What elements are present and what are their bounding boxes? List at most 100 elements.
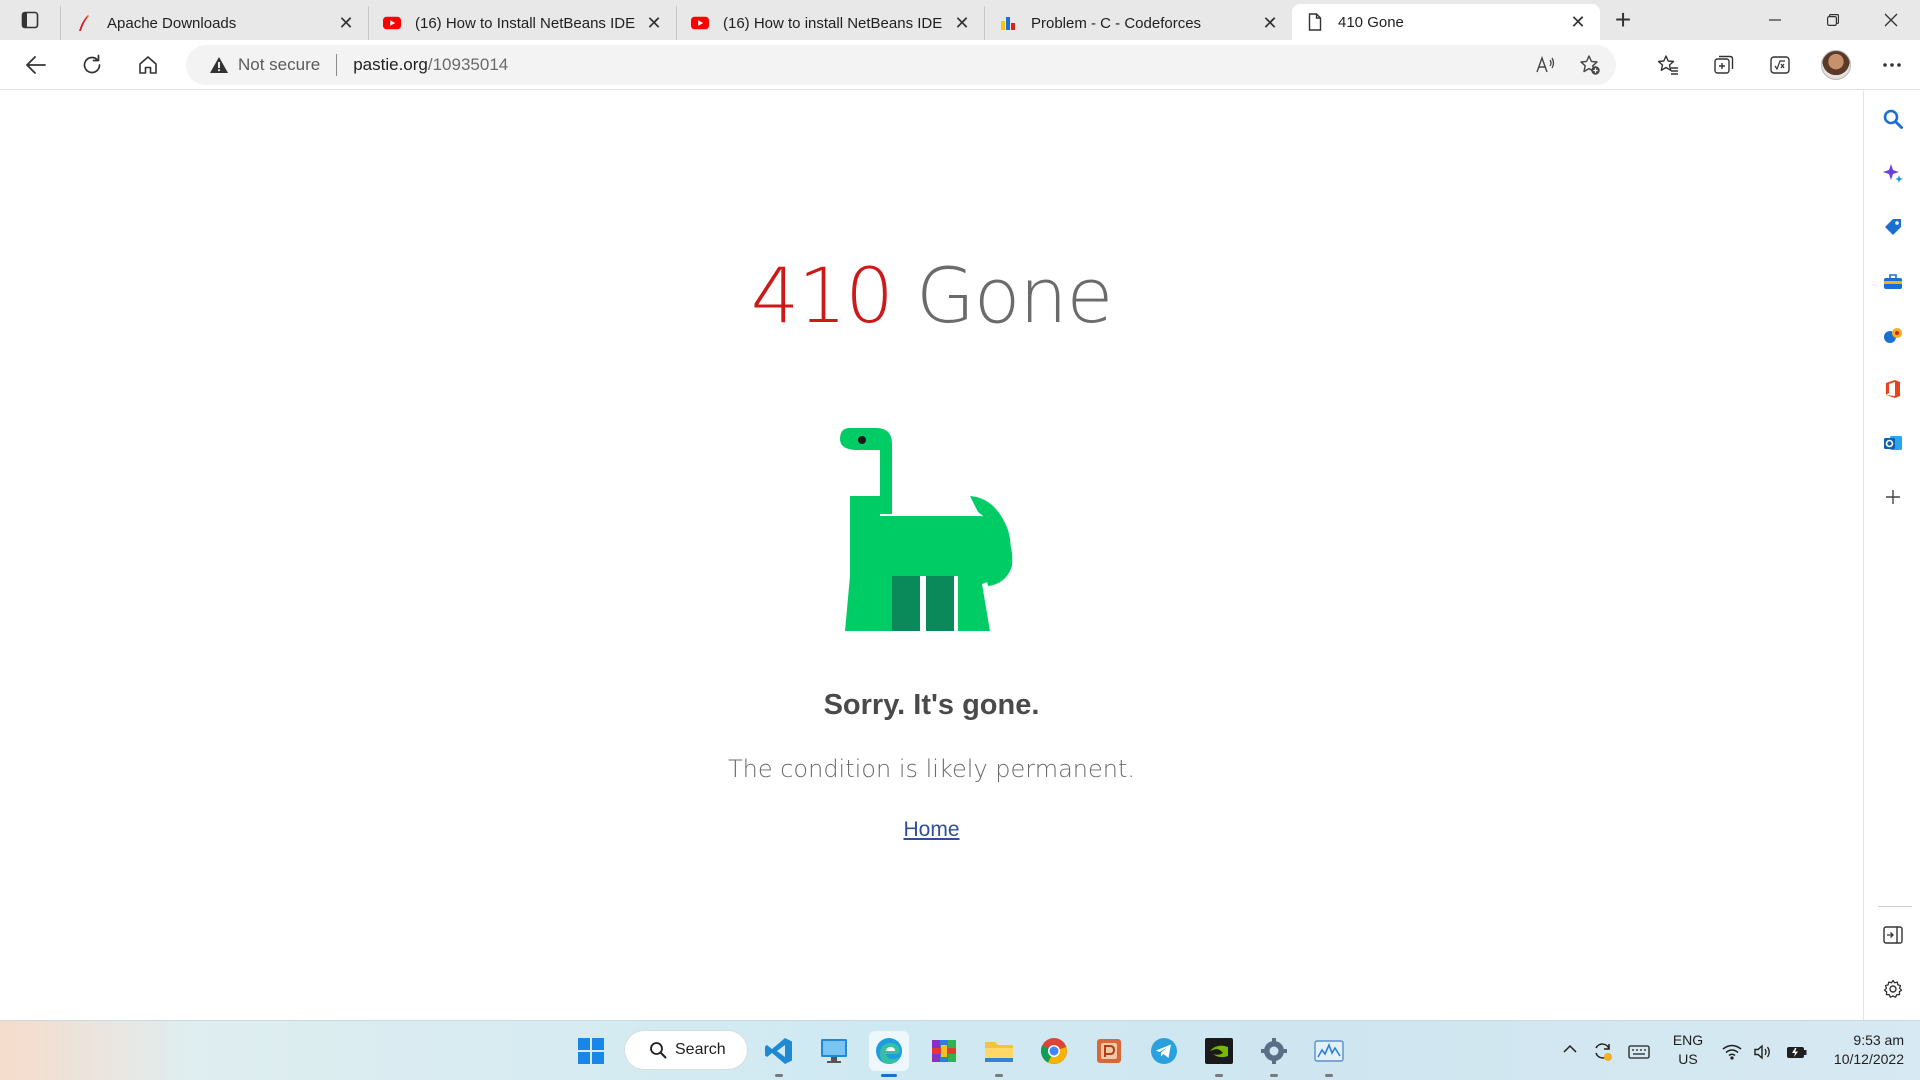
battery-icon: [1787, 1047, 1807, 1058]
toolbar-actions: [1640, 40, 1920, 90]
sidebar-add-button[interactable]: [1864, 477, 1920, 517]
running-indicator: [995, 1074, 1003, 1077]
error-message: The condition is likely permanent.: [727, 755, 1136, 783]
taskbar-winrar[interactable]: [924, 1031, 964, 1071]
sidebar-settings-button[interactable]: [1864, 969, 1920, 1009]
tab-apache-downloads[interactable]: Apache Downloads ✕: [60, 6, 368, 40]
telegram-icon: [1151, 1038, 1177, 1064]
window-controls: [1746, 0, 1920, 40]
error-heading: Sorry. It's gone.: [823, 689, 1040, 721]
favorites-button[interactable]: [1640, 40, 1696, 90]
new-tab-button[interactable]: +: [1600, 0, 1646, 40]
sidebar-games-button[interactable]: [1864, 315, 1920, 355]
language-indicator[interactable]: ENG US: [1668, 1031, 1708, 1069]
search-icon: [1883, 109, 1903, 129]
sidebar-office-button[interactable]: [1864, 369, 1920, 409]
home-link-container: Home: [0, 818, 1863, 842]
dinosaur-illustration: [840, 428, 1013, 631]
sparkle-icon: [1882, 164, 1903, 183]
security-status-label[interactable]: Not secure: [238, 55, 320, 75]
close-tab-icon[interactable]: ✕: [1568, 12, 1588, 32]
favorites-icon: [1657, 55, 1678, 75]
minimize-button[interactable]: [1746, 0, 1804, 40]
plus-icon: +: [1614, 4, 1632, 35]
read-aloud-icon[interactable]: [1532, 51, 1560, 79]
taskbar-settings[interactable]: [1254, 1031, 1294, 1077]
tray-keyboard-button[interactable]: [1625, 1041, 1653, 1063]
taskbar-file-explorer[interactable]: [979, 1031, 1019, 1077]
taskbar-edge[interactable]: [869, 1031, 909, 1077]
math-solver-button[interactable]: [1752, 40, 1808, 90]
chrome-icon: [1040, 1038, 1067, 1064]
taskbar-remote-desktop[interactable]: [814, 1031, 854, 1071]
sidebar-shopping-button[interactable]: [1864, 207, 1920, 247]
profile-button[interactable]: [1808, 40, 1864, 90]
windows-logo-icon: [578, 1038, 604, 1064]
shopping-tag-icon: [1884, 219, 1901, 235]
office-icon: [1885, 380, 1900, 398]
error-title: 410 Gone: [0, 251, 1863, 340]
start-button[interactable]: [571, 1031, 611, 1071]
tray-sync-button[interactable]: [1590, 1039, 1616, 1063]
navigation-bar: Not secure pastie.org/10935014: [0, 40, 1920, 90]
tab-codeforces[interactable]: Problem - C - Codeforces ✕: [984, 6, 1292, 40]
sidebar-copilot-button[interactable]: [1864, 153, 1920, 193]
warning-icon[interactable]: [208, 54, 230, 76]
home-button[interactable]: [120, 40, 176, 90]
tab-title: (16) How to install NetBeans IDE: [723, 14, 943, 32]
performance-graph-icon: [1314, 1040, 1344, 1062]
sidebar-outlook-button[interactable]: [1864, 423, 1920, 463]
quick-settings-button[interactable]: [1722, 1040, 1808, 1064]
sidebar-hide-button[interactable]: [1864, 915, 1920, 955]
tab-title: 410 Gone: [1338, 13, 1404, 31]
taskbar-vscode[interactable]: [759, 1031, 799, 1077]
sync-icon: [1595, 1043, 1612, 1061]
tab-410-gone[interactable]: 410 Gone ✕: [1292, 4, 1600, 40]
tab-title: Problem - C - Codeforces: [1031, 14, 1202, 32]
collections-button[interactable]: [1696, 40, 1752, 90]
sidebar-tools-button[interactable]: [1864, 261, 1920, 301]
gear-icon: [1261, 1038, 1287, 1064]
windows-taskbar: Search ENG US 9:53 am 10/12/2022: [0, 1020, 1920, 1080]
close-window-button[interactable]: [1862, 0, 1920, 40]
taskbar-chrome[interactable]: [1034, 1031, 1074, 1071]
tab-strip: Apache Downloads ✕ (16) How to Install N…: [0, 0, 1920, 40]
close-tab-icon[interactable]: ✕: [336, 13, 356, 33]
back-button[interactable]: [8, 40, 64, 90]
refresh-button[interactable]: [64, 40, 120, 90]
edge-browser-icon: [876, 1038, 902, 1064]
show-hidden-icons-button[interactable]: [1562, 1041, 1584, 1059]
close-tab-icon[interactable]: ✕: [1260, 13, 1280, 33]
error-code: 410: [750, 251, 894, 340]
tab-youtube-netbeans-1[interactable]: (16) How to Install NetBeans IDE ✕: [368, 6, 676, 40]
taskbar-nvidia[interactable]: [1199, 1031, 1239, 1077]
clock[interactable]: 9:53 am 10/12/2022: [1816, 1031, 1904, 1069]
apache-feather-icon: [75, 14, 93, 32]
taskbar-slides-app[interactable]: [1089, 1031, 1129, 1071]
restore-button[interactable]: [1804, 0, 1862, 40]
taskbar-search-box[interactable]: Search: [625, 1031, 747, 1069]
settings-more-button[interactable]: [1864, 40, 1920, 90]
home-link[interactable]: Home: [903, 818, 959, 841]
taskbar-telegram[interactable]: [1144, 1031, 1184, 1071]
collections-icon: [1714, 55, 1734, 74]
address-bar[interactable]: Not secure pastie.org/10935014: [186, 45, 1616, 85]
add-favorite-icon[interactable]: [1576, 51, 1604, 79]
sidebar-search-button[interactable]: [1864, 99, 1920, 139]
volume-icon: [1754, 1044, 1770, 1060]
address-divider: [336, 54, 338, 76]
tab-actions-menu-button[interactable]: [0, 0, 60, 40]
tab-title: Apache Downloads: [107, 14, 237, 32]
close-tab-icon[interactable]: ✕: [952, 13, 972, 33]
vscode-icon: [765, 1038, 792, 1064]
close-tab-icon[interactable]: ✕: [644, 13, 664, 33]
url-text[interactable]: pastie.org/10935014: [353, 55, 508, 75]
language-code: ENG: [1672, 1032, 1704, 1048]
tab-title: (16) How to Install NetBeans IDE: [415, 14, 636, 32]
youtube-icon: [691, 14, 709, 32]
math-solver-icon: [1770, 56, 1790, 74]
taskbar-performance-monitor[interactable]: [1309, 1031, 1349, 1077]
tab-youtube-netbeans-2[interactable]: (16) How to install NetBeans IDE ✕: [676, 6, 984, 40]
back-arrow-icon: [26, 55, 46, 74]
page-content: 410 Gone Sorry. It's gone. The condition…: [0, 91, 1863, 1020]
